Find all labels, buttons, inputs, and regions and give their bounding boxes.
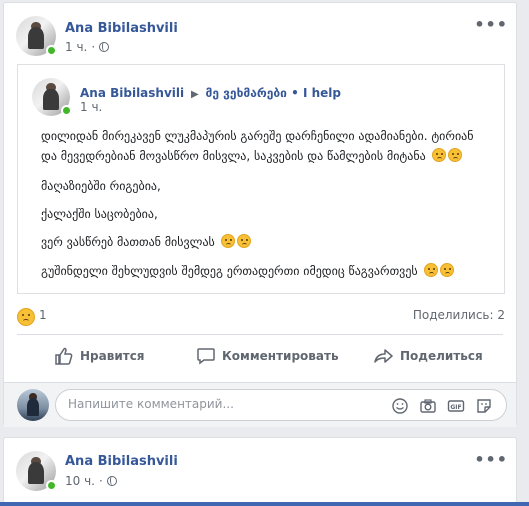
crying-emoji-icon bbox=[439, 263, 454, 277]
post-text-line: ვერ ვასწრებ მათთან მისვლას bbox=[41, 234, 251, 250]
sticker-icon[interactable] bbox=[475, 397, 493, 415]
share-count[interactable]: Поделились: 2 bbox=[413, 308, 505, 322]
meta-separator: · bbox=[91, 40, 96, 54]
comment-label: Комментировать bbox=[222, 349, 339, 363]
crying-emoji-icon bbox=[423, 263, 438, 277]
more-options-icon[interactable]: ••• bbox=[474, 450, 508, 469]
like-label: Нравится bbox=[80, 349, 145, 363]
post-text-line: გუშინდელი შეხლუდვის შემდეგ ერთადერთი იმე… bbox=[41, 263, 454, 279]
post-time[interactable]: 1 ч. bbox=[65, 40, 87, 54]
camera-icon[interactable] bbox=[419, 397, 437, 415]
post-text-line: მაღაზიებში რიგებია, bbox=[41, 179, 161, 193]
online-status-icon bbox=[61, 105, 72, 116]
online-status-icon bbox=[46, 480, 57, 491]
post-text-line: და მევედრებიან მოვასწრო მისვლა, საკვების… bbox=[41, 148, 462, 164]
share-label: Поделиться bbox=[400, 349, 483, 363]
post-meta: 10 ч. · bbox=[65, 474, 117, 488]
divider bbox=[17, 334, 503, 335]
globe-icon[interactable] bbox=[106, 476, 117, 486]
globe-icon[interactable] bbox=[99, 42, 110, 52]
online-status-icon bbox=[46, 45, 57, 56]
comment-button[interactable]: Комментировать bbox=[196, 344, 339, 368]
comment-bubble-icon bbox=[197, 348, 215, 365]
shared-post[interactable]: Ana Bibilashvili ▶ მე ვეხმარები • I help… bbox=[17, 64, 505, 294]
comment-field[interactable]: GIF bbox=[55, 389, 507, 421]
author-name[interactable]: Ana Bibilashvili bbox=[65, 21, 178, 36]
author-name[interactable]: Ana Bibilashvili bbox=[65, 454, 178, 469]
post-card: Ana Bibilashvili 1 ч. · ••• Ana Bibilash… bbox=[3, 2, 517, 427]
current-user-avatar[interactable] bbox=[17, 389, 49, 421]
group-name[interactable]: მე ვეხმარები • I help bbox=[206, 86, 341, 100]
shared-author-name[interactable]: Ana Bibilashvili bbox=[80, 86, 184, 100]
comment-composer: GIF bbox=[4, 382, 516, 427]
shared-time[interactable]: 1 ч. bbox=[80, 100, 102, 114]
sad-emoji-icon bbox=[447, 148, 462, 162]
more-options-icon[interactable]: ••• bbox=[474, 15, 508, 34]
post-meta: 1 ч. · bbox=[65, 40, 110, 54]
post-card: Ana Bibilashvili 10 ч. · ••• bbox=[3, 437, 517, 506]
bottom-bar bbox=[0, 502, 529, 506]
comment-input[interactable] bbox=[68, 397, 378, 411]
post-text-line: დილიდან მირეკავენ ლუკმაპურის გარეშე დარჩ… bbox=[41, 129, 474, 143]
sad-emoji-icon bbox=[220, 234, 235, 248]
sad-emoji-icon bbox=[431, 148, 446, 162]
post-time[interactable]: 10 ч. bbox=[65, 474, 95, 488]
meta-separator: · bbox=[99, 474, 103, 488]
like-button[interactable]: Нравится bbox=[54, 344, 145, 368]
sad-emoji-icon bbox=[236, 234, 251, 248]
gif-icon[interactable]: GIF bbox=[447, 397, 465, 415]
post-text-line: ქალაქში საცობებია, bbox=[41, 207, 158, 221]
emoji-icon[interactable] bbox=[391, 397, 409, 415]
shared-header: Ana Bibilashvili ▶ მე ვეხმარები • I help bbox=[80, 86, 341, 100]
reaction-count[interactable]: 1 bbox=[39, 308, 47, 322]
sad-reaction-icon[interactable] bbox=[17, 308, 35, 326]
thumbs-up-icon bbox=[55, 347, 73, 365]
arrow-right-icon: ▶ bbox=[190, 89, 199, 100]
svg-text:GIF: GIF bbox=[450, 404, 461, 411]
share-arrow-icon bbox=[374, 349, 393, 363]
share-button[interactable]: Поделиться bbox=[374, 344, 483, 368]
